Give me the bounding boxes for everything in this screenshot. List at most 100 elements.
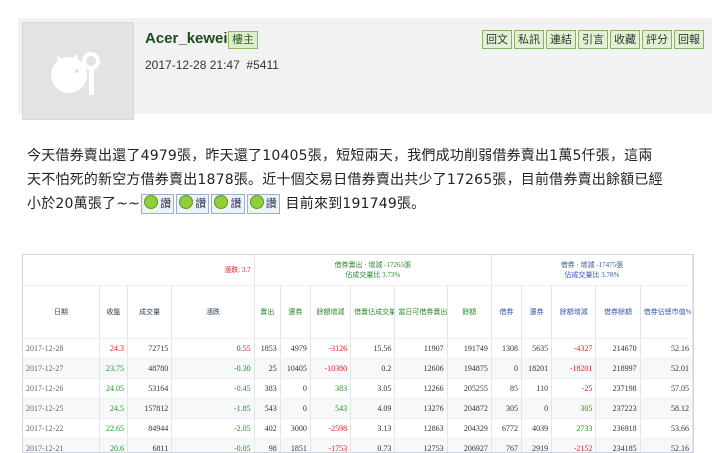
smiley-face-icon [250,195,264,209]
table-cell: 1308 [491,339,521,359]
column-header[interactable]: 還券 [522,286,552,339]
emoticon-label: 讚 [266,197,277,210]
table-cell: 0.2 [351,359,395,379]
table-cell: 0.55 [172,339,254,359]
table-row: 2017-12-2222.6584944-2.054023000-25983.1… [23,419,693,439]
table-cell: 53.66 [640,419,692,439]
quote-button[interactable]: 引言 [578,30,608,49]
table-cell: 24.05 [99,379,127,399]
table-group-row: 漲跌: 3.7 借券賣出 · 增減 -17265張佔成交量比 3.73% 借券 … [23,255,693,286]
table-cell: 383 [254,379,280,399]
group-lending: 借券 · 增減 -17475張佔成交量比 3.78% [491,255,692,286]
column-header[interactable]: 餘額 [447,286,491,339]
column-header[interactable]: 借券 [491,286,521,339]
like-emoticon-icon: 讚 [247,194,280,214]
table-cell: 0 [280,399,310,419]
row-date: 2017-12-28 [23,339,99,359]
group-lending-title: 借券 · 增減 -17475張 [561,261,623,269]
table-cell: -10380 [310,359,350,379]
lending-table-screenshot: 漲跌: 3.7 借券賣出 · 增減 -17265張佔成交量比 3.73% 借券 … [22,254,694,453]
column-header[interactable]: 還券 [280,286,310,339]
link-button[interactable]: 連結 [546,30,576,49]
table-cell: 543 [310,399,350,419]
table-cell: 0 [522,399,552,419]
table-row: 2017-12-2524.5157812-1.8554305434.091327… [23,399,693,419]
column-header[interactable]: 賣出 [254,286,280,339]
smiley-face-icon [179,195,193,209]
table-cell: 157812 [128,399,172,419]
column-header[interactable]: 成交量 [128,286,172,339]
table-cell: 218997 [596,359,640,379]
table-cell: 4.09 [351,399,395,419]
body-line-1: 今天借券賣出還了4979張，昨天還了10405張，短短兩天，我們成功削弱借券賣出… [27,144,717,168]
avatar[interactable] [22,22,134,120]
table-cell: 85 [491,379,521,399]
table-cell: 72715 [128,339,172,359]
table-cell: -0.30 [172,359,254,379]
table-cell: -25 [552,379,596,399]
table-cell: -1.85 [172,399,254,419]
table-cell: 58.12 [640,399,692,419]
column-header[interactable]: 日期 [23,286,99,339]
row-date: 2017-12-25 [23,399,99,419]
column-header[interactable]: 借賣佔成交量% [351,286,395,339]
table-cell: 52.01 [640,359,692,379]
smiley-face-icon [144,195,158,209]
report-button[interactable]: 回報 [674,30,704,49]
table-cell: 15.56 [351,339,395,359]
post-number[interactable]: #5411 [246,58,278,72]
column-header[interactable]: 餘額增減 [310,286,350,339]
table-cell: 305 [491,399,521,419]
username[interactable]: Acer_kewei [145,30,228,47]
table-cell: 3.05 [351,379,395,399]
smiley-face-icon [214,195,228,209]
role-badge: 樓主 [228,31,258,49]
bookmark-button[interactable]: 收藏 [610,30,640,49]
post-meta: 2017-12-28 21:47 #5411 [145,58,279,72]
table-cell: 53164 [128,379,172,399]
column-header[interactable]: 收盤 [99,286,127,339]
row-date: 2017-12-27 [23,359,99,379]
table-cell: 24.3 [99,339,127,359]
table-cell: 5635 [522,339,552,359]
table-cell: 24.5 [99,399,127,419]
table-cell: -0.45 [172,379,254,399]
table-cell: 12606 [395,359,447,379]
column-header[interactable]: 借券佔總市值% [640,286,692,339]
body-line-3: 小於20萬張了~~讚讚讚讚 目前來到191749張。 [27,192,717,216]
table-cell: 402 [254,419,280,439]
table-cell: -3126 [310,339,350,359]
table-header-row: 日期收盤成交量漲跌賣出還券餘額增減借賣佔成交量%當日可借券賣出股數餘額借券還券餘… [23,286,693,339]
column-header[interactable]: 借券餘額 [596,286,640,339]
table-cell: 4039 [522,419,552,439]
table-cell: 236918 [596,419,640,439]
table-cell: -4327 [552,339,596,359]
column-header[interactable]: 餘額增減 [552,286,596,339]
table-cell: 11907 [395,339,447,359]
table-row: 2017-12-2723.7548780-0.302510405-103800.… [23,359,693,379]
table-body: 2017-12-2824.3727150.5518534979-312615.5… [23,339,693,453]
like-emoticon-icon: 讚 [141,194,174,214]
table-row: 2017-12-2624.0553164-0.4538303833.051226… [23,379,693,399]
table-cell: 237198 [596,379,640,399]
table-cell: 214670 [596,339,640,359]
post-actions: 回文 私訊 連結 引言 收藏 評分 回報 [482,30,704,49]
reply-button[interactable]: 回文 [482,30,512,49]
table-cell: 110 [522,379,552,399]
group-short-sale: 借券賣出 · 增減 -17265張佔成交量比 3.73% [254,255,491,286]
column-header[interactable]: 漲跌 [172,286,254,339]
group-short-sale-title: 借券賣出 · 增減 -17265張 [335,261,411,269]
row-date: 2017-12-22 [23,419,99,439]
message-button[interactable]: 私訊 [514,30,544,49]
group-short-sale-sub: 佔成交量比 3.73% [345,271,400,279]
like-emoticon-icon: 讚 [211,194,244,214]
table-cell: 3000 [280,419,310,439]
table-cell: 204872 [447,399,491,419]
table-cell: 2733 [552,419,596,439]
table-cell: 237223 [596,399,640,419]
rate-button[interactable]: 評分 [642,30,672,49]
lending-table: 漲跌: 3.7 借券賣出 · 增減 -17265張佔成交量比 3.73% 借券 … [23,255,693,453]
table-cell: 4979 [280,339,310,359]
column-header[interactable]: 當日可借券賣出股數 [395,286,447,339]
table-cell: 84944 [128,419,172,439]
